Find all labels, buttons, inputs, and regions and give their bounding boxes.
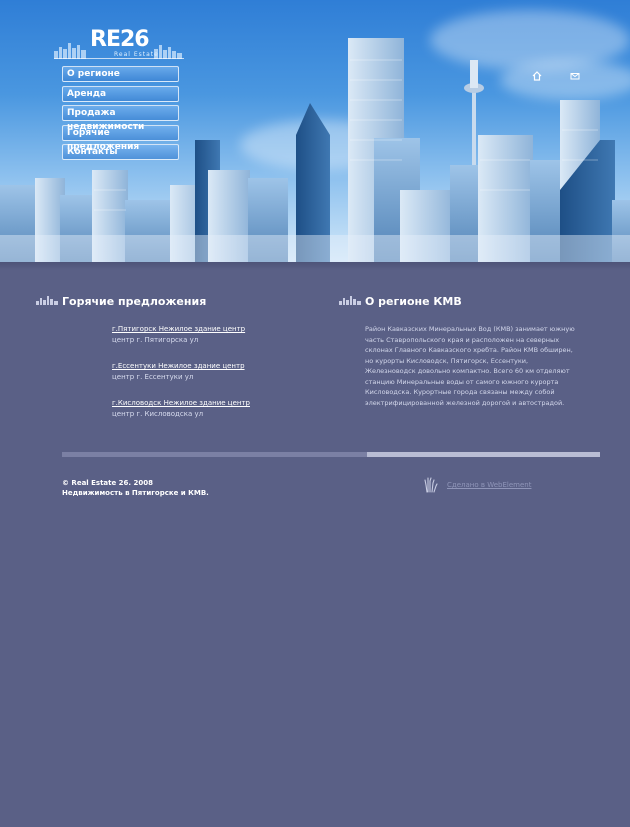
header-banner: RE26 Real Estate О регионе Аренда Продаж… [0, 0, 630, 270]
list-item: г.Ессентуки Нежилое здание центр центр г… [112, 361, 312, 383]
section-skyline-icon [339, 296, 361, 305]
header-shadow [0, 262, 630, 270]
list-item: г.Пятигорск Нежилое здание центр центр г… [112, 324, 312, 346]
home-icon[interactable] [532, 71, 542, 81]
logo-subtitle: Real Estate [114, 51, 159, 58]
logo-text[interactable]: RE26 [90, 29, 150, 51]
list-item: г.Кисловодск Нежилое здание центр центр … [112, 398, 312, 420]
offer-link[interactable]: г.Кисловодск Нежилое здание центр [112, 398, 312, 409]
section-skyline-icon [36, 296, 58, 305]
copyright-text: © Real Estate 26. 2008 [62, 479, 154, 487]
footer-tagline: Недвижимость в Пятигорске и КМВ. [62, 489, 209, 497]
divider [367, 452, 600, 457]
webelement-hand-icon [424, 477, 438, 493]
about-region-text: Район Кавказских Минеральных Вод (КМВ) з… [365, 325, 575, 407]
main-menu: О регионе Аренда Продажа недвижимости Го… [62, 66, 179, 164]
hot-offers-list: г.Пятигорск Нежилое здание центр центр г… [112, 324, 312, 435]
made-by-link[interactable]: Сделано в WebElement [447, 481, 531, 489]
offer-address: центр г. Пятигорска ул [112, 336, 199, 344]
menu-item-region[interactable]: О регионе [62, 66, 179, 82]
divider [62, 452, 367, 457]
hot-offers-title: Горячие предложения [62, 295, 207, 308]
offer-link[interactable]: г.Ессентуки Нежилое здание центр [112, 361, 312, 372]
menu-item-sale[interactable]: Продажа недвижимости [62, 105, 179, 132]
footer-copyright: © Real Estate 26. 2008 Недвижимость в Пя… [62, 478, 209, 498]
menu-item-rent[interactable]: Аренда [62, 85, 179, 102]
offer-address: центр г. Ессентуки ул [112, 373, 194, 381]
offer-address: центр г. Кисловодска ул [112, 410, 204, 418]
offer-link[interactable]: г.Пятигорск Нежилое здание центр [112, 324, 312, 335]
mail-icon[interactable] [570, 71, 580, 81]
about-region-title: О регионе КМВ [365, 295, 462, 308]
